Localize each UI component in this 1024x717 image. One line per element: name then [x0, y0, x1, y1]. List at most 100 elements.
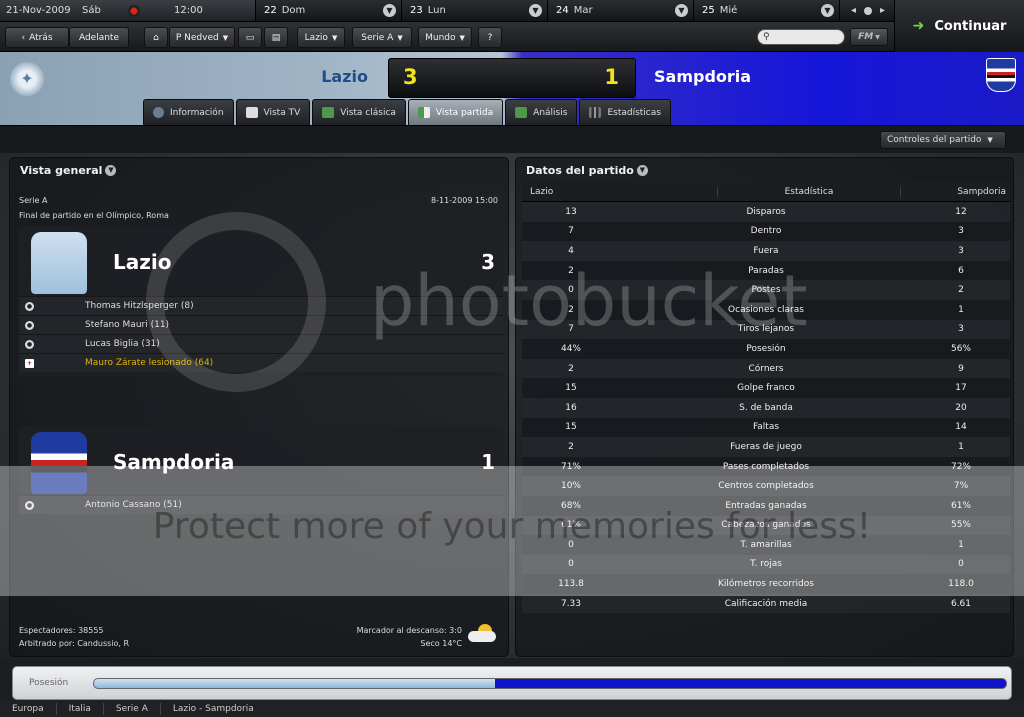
continue-button[interactable]: ➜ Continuar	[894, 0, 1024, 52]
breadcrumb-item[interactable]: Serie A	[104, 704, 160, 714]
stats-cell-stat: T. rojas	[750, 559, 782, 570]
column-header-away[interactable]: Sampdoria	[900, 186, 1010, 197]
stats-cell-away: 14	[955, 422, 967, 433]
stats-row: 7 Dentro 3	[522, 221, 1010, 242]
tab-informacion[interactable]: Información	[143, 99, 234, 125]
breadcrumb-item[interactable]: Italia	[57, 704, 103, 714]
breadcrumb-item[interactable]: Europa	[0, 704, 56, 714]
column-header-stat[interactable]: Estadística	[718, 187, 900, 197]
stats-cell-home: 4	[568, 245, 574, 256]
tab-label: Estadísticas	[607, 107, 661, 118]
calendar-day-22[interactable]: 22 Dom ▼	[256, 0, 402, 21]
forward-label: Adelante	[78, 32, 120, 43]
injury-event[interactable]: + Mauro Zárate lesionado (64)	[19, 353, 503, 372]
goal-event[interactable]: ● Thomas Hitzlsperger (8)	[19, 296, 503, 315]
home-team-title[interactable]: Lazio	[113, 250, 171, 274]
search-icon: ⚲	[763, 32, 770, 42]
caret-down-icon: ▼	[459, 33, 465, 42]
goal-event[interactable]: ● Stefano Mauri (11)	[19, 315, 503, 334]
bar-chart-icon	[589, 107, 602, 118]
chevron-down-icon[interactable]: ▼	[636, 165, 648, 176]
stats-cell-stat: Fuera	[753, 245, 779, 256]
stats-row: 15 Golpe franco 17	[522, 378, 1010, 398]
column-header-home[interactable]: Lazio	[522, 186, 718, 197]
away-team-score: 1	[481, 450, 495, 474]
goal-event[interactable]: ● Antonio Cassano (51)	[19, 495, 503, 514]
chevron-down-icon[interactable]: ▼	[529, 4, 542, 17]
stats-cell-home: 2	[568, 441, 574, 452]
stats-cell-home: 68%	[560, 500, 581, 511]
back-button[interactable]: ‹ Atrás	[5, 27, 69, 48]
calendar-day-24[interactable]: 24 Mar ▼	[548, 0, 694, 21]
overview-title[interactable]: Vista general ▼	[20, 164, 117, 177]
calendar-day-25[interactable]: 25 Mié ▼	[694, 0, 840, 21]
stats-cell-home: 0	[568, 539, 574, 550]
chevron-down-icon[interactable]: ▼	[383, 4, 396, 17]
stats-cell-stat: Fueras de juego	[730, 441, 802, 452]
stats-row: 0 T. amarillas 1	[522, 535, 1010, 555]
toolbar: ‹ Atrás Adelante ⌂ P Nedved ▼ ▭ ▤ Lazio …	[0, 22, 894, 52]
stats-cell-home: 7	[568, 324, 574, 335]
contacts-button[interactable]: ▤	[264, 27, 288, 48]
home-button[interactable]: ⌂	[144, 27, 168, 48]
stats-cell-away: 7%	[953, 481, 969, 492]
venue-label: Final de partido en el Olímpico, Roma	[19, 211, 169, 220]
league-menu[interactable]: Serie A ▼	[352, 27, 412, 48]
stats-cell-away: 56%	[950, 343, 971, 354]
stats-cell-home: 2	[568, 265, 574, 276]
stats-cell-away: 6.61	[950, 598, 972, 609]
tab-vista-clasica[interactable]: Vista clásica	[312, 99, 406, 125]
forward-button[interactable]: Adelante	[69, 27, 129, 48]
stats-cell-home: 71%	[560, 461, 581, 472]
today-dot-icon[interactable]	[864, 6, 872, 15]
stats-cell-stat: Disparos	[746, 206, 786, 217]
day-number: 24	[556, 5, 569, 16]
stats-cell-stat: Faltas	[752, 422, 780, 433]
match-controls-dropdown[interactable]: Controles del partido ▼	[880, 131, 1006, 149]
stats-title[interactable]: Datos del partido ▼	[526, 164, 648, 177]
weather-text: Seco 14°C	[420, 639, 462, 648]
chevron-left-icon[interactable]: ◂	[851, 5, 856, 16]
tab-analisis[interactable]: Análisis	[505, 99, 578, 125]
chevron-down-icon[interactable]: ▼	[105, 165, 117, 176]
competition-label[interactable]: Serie A	[19, 196, 47, 205]
fm-menu-button[interactable]: FM ▼	[850, 28, 888, 46]
search-input[interactable]: ⚲	[757, 29, 845, 45]
lazio-crest-icon[interactable]: ✦	[10, 62, 44, 96]
inbox-button[interactable]: ▭	[238, 27, 262, 48]
tab-vista-tv[interactable]: Vista TV	[235, 99, 311, 125]
weather-icon	[466, 624, 498, 644]
stats-cell-home: 10%	[560, 481, 581, 492]
chevron-down-icon[interactable]: ▼	[821, 4, 834, 17]
world-menu[interactable]: Mundo ▼	[418, 27, 472, 48]
stats-cell-away: 3	[958, 245, 964, 256]
stats-row: 68% Entradas ganadas 61%	[522, 495, 1010, 516]
stats-cell-stat: Kilómetros recorridos	[718, 579, 814, 590]
tab-estadisticas[interactable]: Estadísticas	[579, 99, 671, 125]
stats-cell-away: 55%	[950, 520, 971, 531]
home-team-name[interactable]: Lazio	[258, 67, 368, 86]
chevron-down-icon[interactable]: ▼	[675, 4, 688, 17]
breadcrumb-item[interactable]: Lazio - Sampdoria	[161, 704, 266, 714]
club-menu[interactable]: Lazio ▼	[297, 27, 345, 48]
calendar-day-23[interactable]: 23 Lun ▼	[402, 0, 548, 21]
stats-cell-stat: Ocasiones claras	[728, 304, 804, 315]
chevron-right-icon[interactable]: ▸	[880, 5, 885, 16]
away-team-name[interactable]: Sampdoria	[654, 67, 751, 86]
manager-menu[interactable]: P Nedved ▼	[169, 27, 235, 48]
sampdoria-crest-icon[interactable]	[986, 58, 1016, 92]
continue-label: Continuar	[934, 18, 1007, 34]
scoreboard: 3 1	[388, 58, 636, 98]
fm-label: FM	[858, 32, 874, 42]
away-team-title[interactable]: Sampdoria	[113, 450, 234, 474]
event-text: Stefano Mauri (11)	[85, 320, 170, 330]
goal-event[interactable]: ● Lucas Biglia (31)	[19, 334, 503, 353]
stats-row: 2 Paradas 6	[522, 260, 1010, 281]
back-label: Atrás	[29, 32, 53, 43]
referee[interactable]: Arbitrado por: Candussio, R	[19, 639, 129, 648]
stats-cell-stat: Golpe franco	[737, 383, 795, 394]
caret-down-icon: ▼	[222, 33, 229, 42]
tab-vista-partida[interactable]: Vista partida	[407, 99, 504, 125]
help-button[interactable]: ?	[478, 27, 502, 48]
club-badge-icon	[128, 4, 140, 17]
